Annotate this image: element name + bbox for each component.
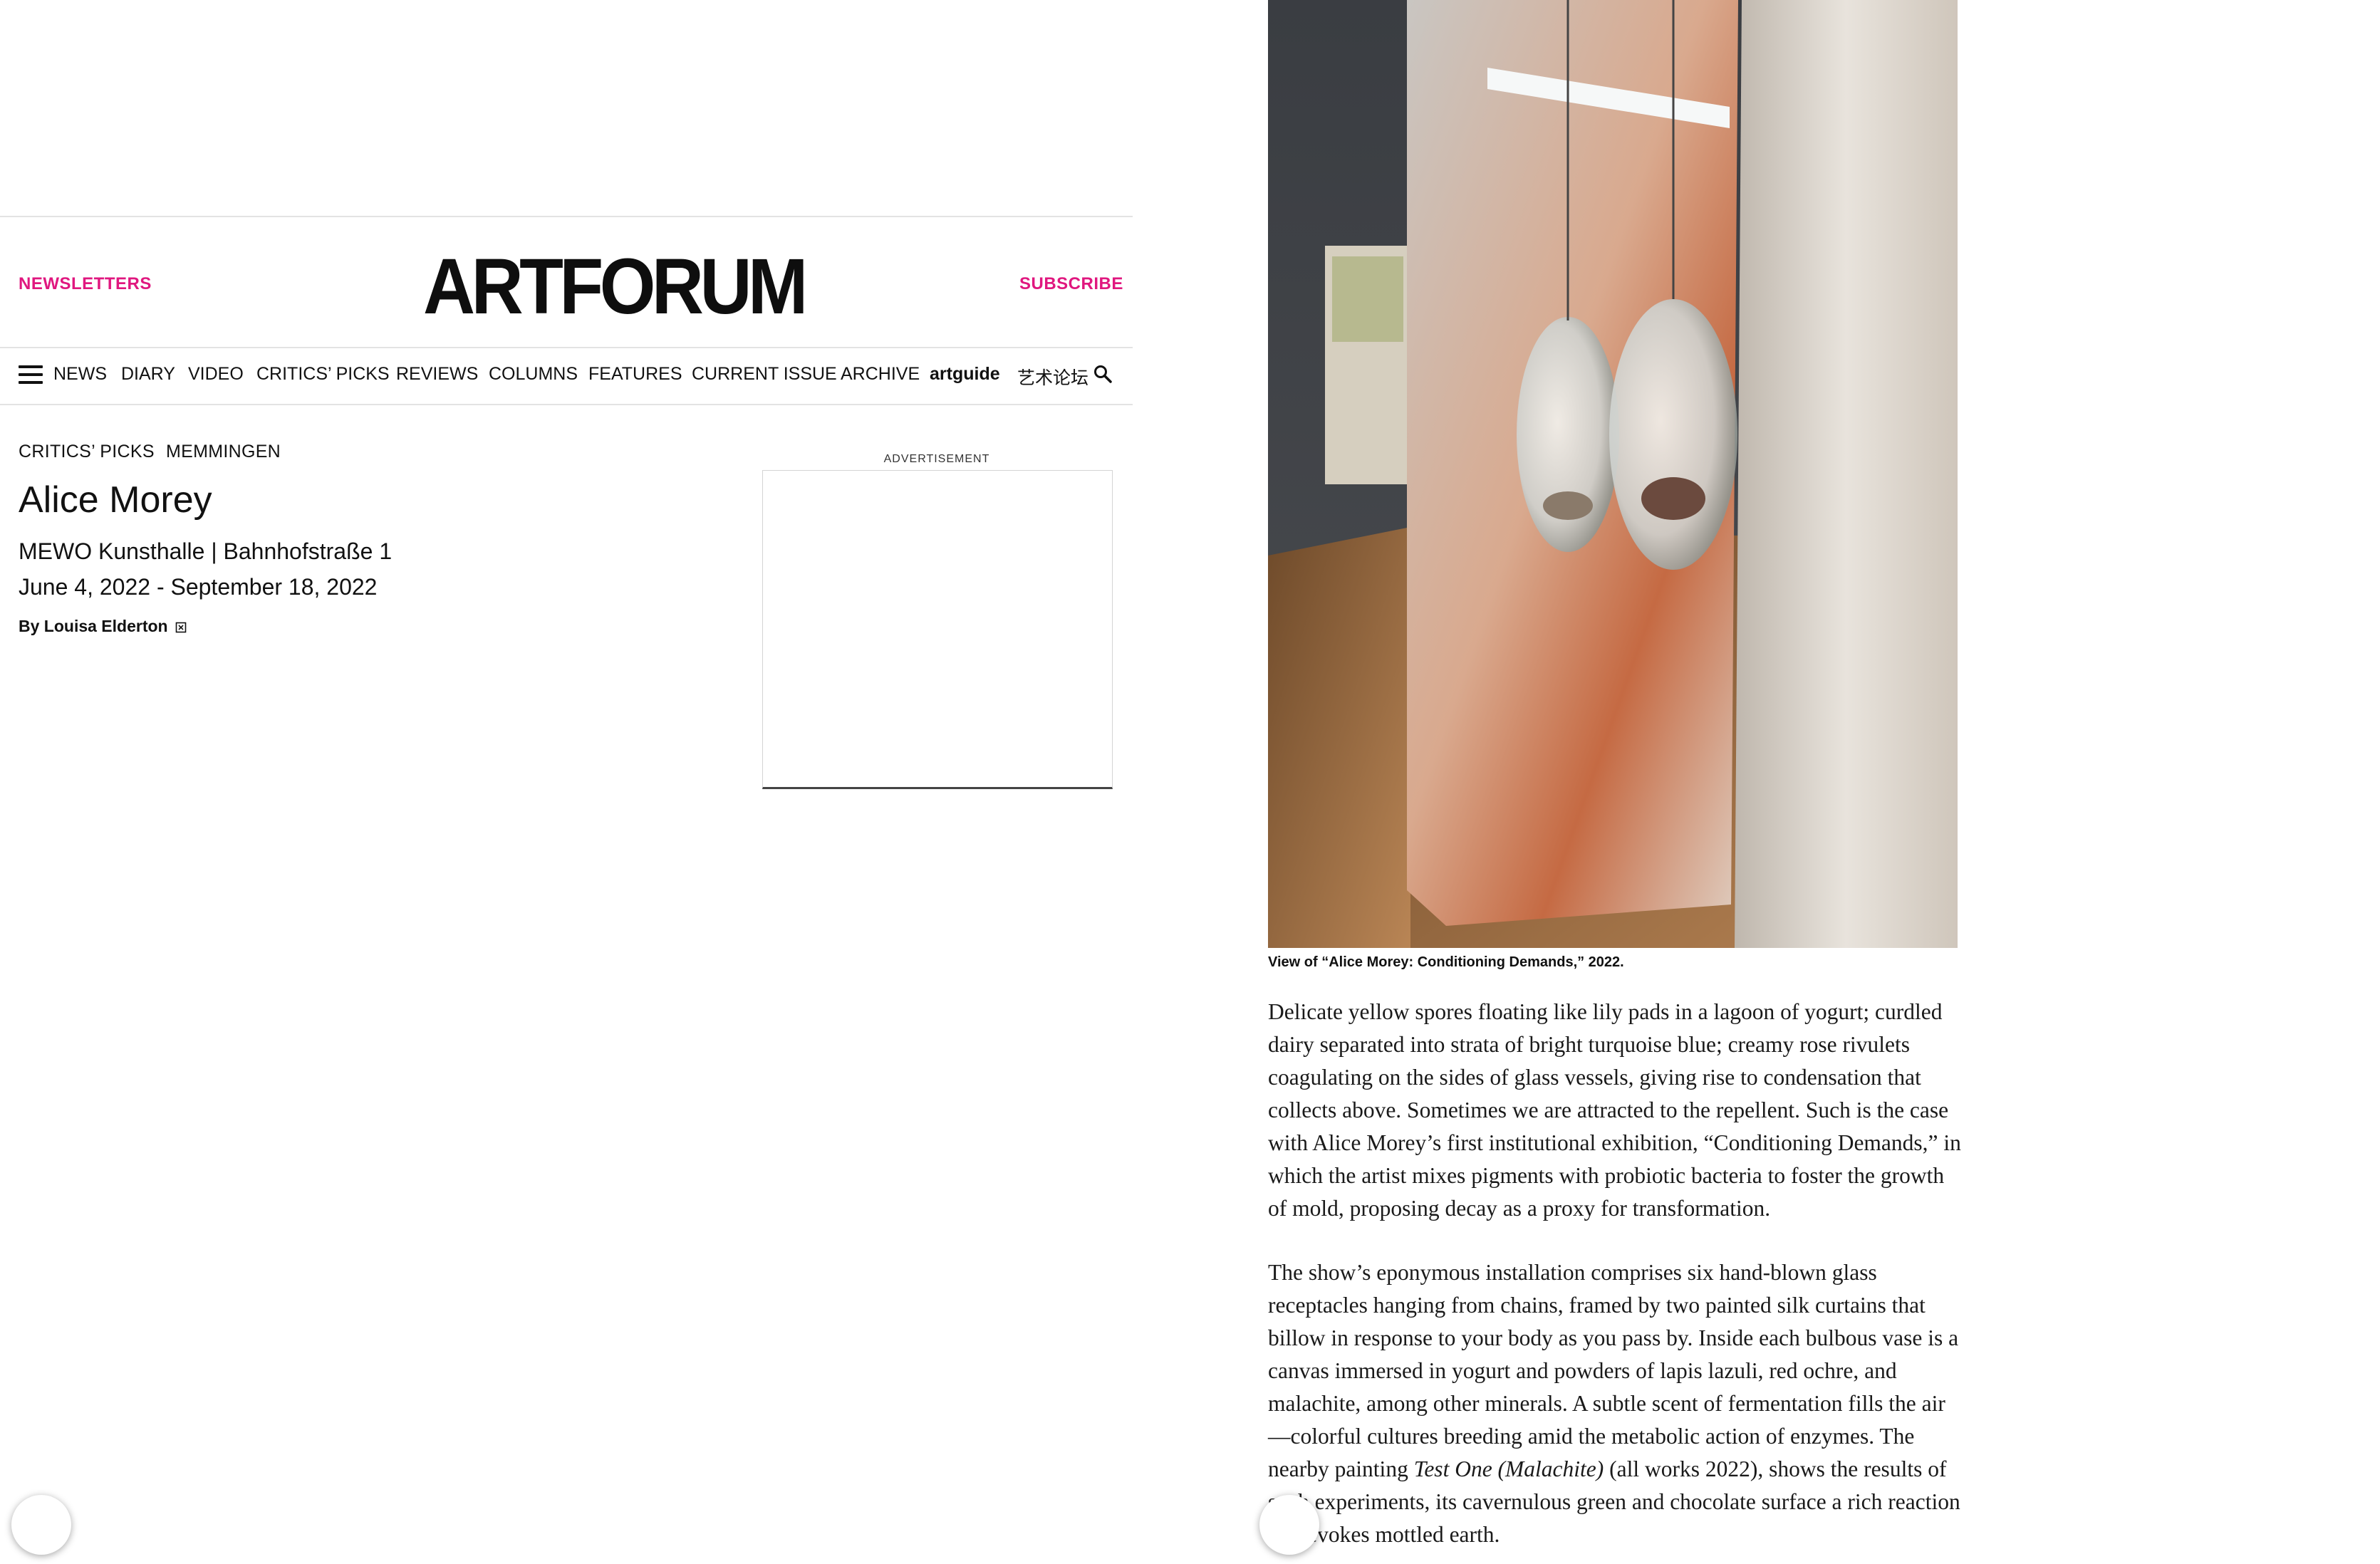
section-link-critics-picks[interactable]: CRITICS’ PICKS: [19, 442, 155, 462]
article-title: Alice Morey: [19, 479, 212, 521]
nav-bottom-divider: [0, 404, 1133, 405]
city-link-memmingen[interactable]: MEMMINGEN: [166, 442, 281, 462]
hamburger-menu-icon[interactable]: [19, 365, 43, 384]
nav-item-columns[interactable]: COLUMNS: [489, 364, 578, 385]
newsletters-link[interactable]: NEWSLETTERS: [19, 274, 152, 294]
expand-icon[interactable]: [175, 622, 187, 633]
article-paragraph-2: The show’s eponymous installation compri…: [1268, 1260, 1960, 1547]
nav-item-archive[interactable]: ARCHIVE: [841, 364, 920, 385]
nav-item-artguide[interactable]: artguide: [930, 364, 1000, 385]
nav-item-critics-picks[interactable]: CRITICS’ PICKS: [256, 364, 390, 385]
venue-address: MEWO Kunsthalle | Bahnhofstraße 1: [19, 538, 393, 564]
floating-action-button-right[interactable]: [1259, 1495, 1319, 1555]
nav-top-divider: [0, 347, 1133, 348]
subscribe-link[interactable]: SUBSCRIBE: [1019, 274, 1123, 294]
advertisement-slot[interactable]: [762, 470, 1113, 789]
nav-item-features[interactable]: FEATURES: [588, 364, 682, 385]
exhibition-dates: June 4, 2022 - September 18, 2022: [19, 574, 378, 600]
floating-action-button-left[interactable]: [11, 1495, 71, 1555]
nav-item-current-issue[interactable]: CURRENT ISSUE: [692, 364, 837, 385]
nav-item-news[interactable]: NEWS: [53, 364, 107, 385]
nav-item-video[interactable]: VIDEO: [188, 364, 244, 385]
article-paragraph-1: Delicate yellow spores floating like lil…: [1268, 999, 1961, 1221]
exhibition-photo: [1268, 0, 1958, 948]
artwork-title: Test One (Malachite): [1413, 1456, 1604, 1481]
top-ad-space: [0, 0, 1133, 216]
artforum-logo[interactable]: ARTFORUM: [423, 248, 808, 326]
header-top-divider: [0, 216, 1133, 217]
byline: By Louisa Elderton: [19, 617, 187, 636]
nav-item-reviews[interactable]: REVIEWS: [396, 364, 478, 385]
nav-item-diary[interactable]: DIARY: [121, 364, 175, 385]
search-icon[interactable]: [1093, 364, 1113, 384]
image-caption: View of “Alice Morey: Conditioning Deman…: [1268, 954, 1624, 970]
author-link[interactable]: By Louisa Elderton: [19, 617, 168, 635]
nav-item-chinese[interactable]: 艺术论坛: [1017, 364, 1088, 390]
advertisement-label: ADVERTISEMENT: [883, 453, 990, 465]
